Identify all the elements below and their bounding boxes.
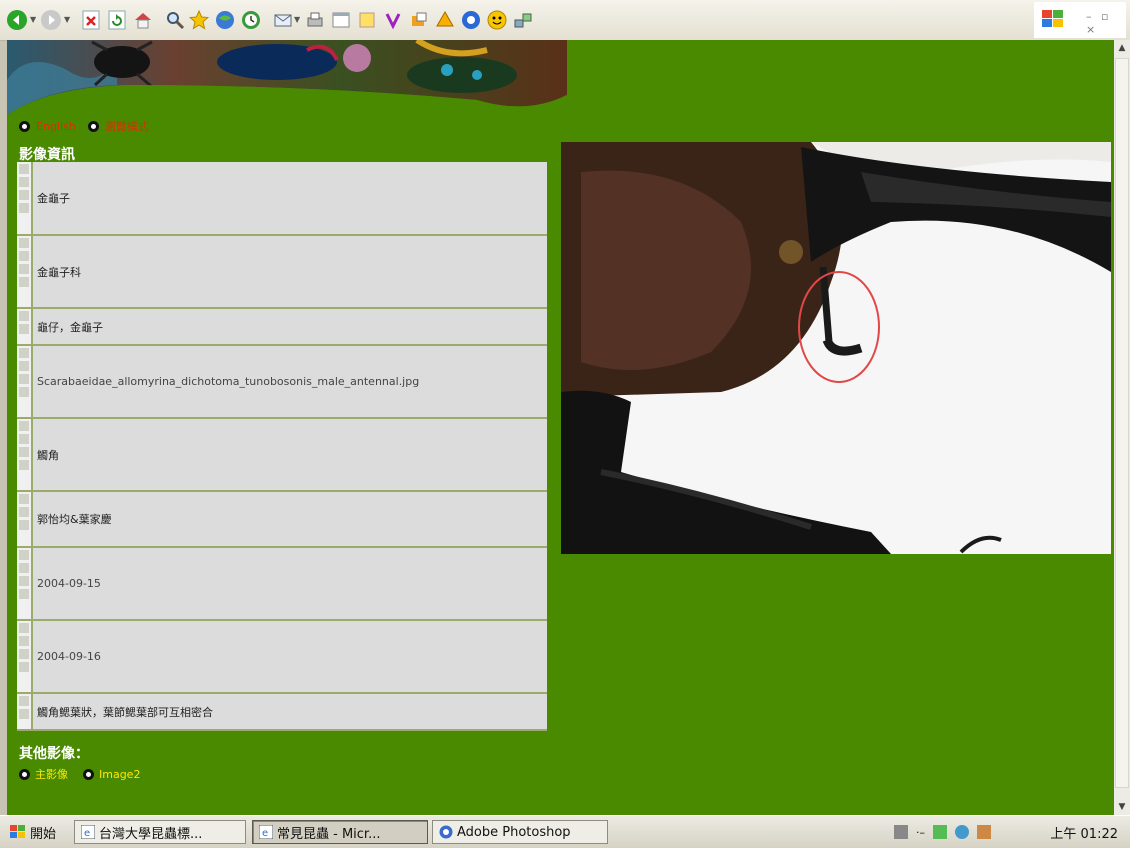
tray-separator: ·– — [916, 825, 925, 839]
row-value: 金龜子科 — [32, 235, 547, 309]
smiley-icon[interactable] — [486, 9, 508, 31]
start-button[interactable]: 開始 — [6, 821, 60, 843]
mail-icon[interactable] — [272, 9, 294, 31]
table-row: 2004-09-15 — [17, 547, 547, 621]
table-row: 2004-09-16 — [17, 620, 547, 694]
ie-icon: e — [259, 825, 273, 839]
svg-text:e: e — [262, 828, 268, 839]
row-marker — [17, 345, 33, 419]
messenger-icon[interactable] — [382, 9, 404, 31]
task-label: Adobe Photoshop — [457, 824, 571, 840]
ie-icon: e — [81, 825, 95, 839]
other-images-links: 主影像 Image2 — [19, 766, 150, 782]
image-info-table: 金龜子 金龜子科 龜仔，金龜子 Scarabaeidae_allomyrina_… — [17, 162, 547, 731]
windows-flag-icon — [10, 825, 25, 838]
start-label: 開始 — [30, 826, 57, 842]
bullet-icon — [19, 768, 30, 780]
task-label: 台灣大學昆蟲標... — [99, 826, 203, 842]
row-value: 郭怡均&葉家慶 — [32, 491, 547, 548]
home-icon[interactable] — [132, 9, 154, 31]
task-ntu-insect[interactable]: e 台灣大學昆蟲標... — [74, 820, 246, 844]
vertical-scrollbar[interactable]: ▲ ▼ — [1114, 40, 1130, 815]
row-value: 觸角鰓葉狀，葉節鰓葉部可互相密合 — [32, 693, 547, 731]
search-icon[interactable] — [164, 9, 186, 31]
table-row: 龜仔，金龜子 — [17, 308, 547, 346]
scroll-up-icon[interactable]: ▲ — [1114, 40, 1130, 56]
other-images-title: 其他影像： — [19, 746, 89, 762]
row-marker — [17, 620, 33, 694]
scroll-down-icon[interactable]: ▼ — [1114, 799, 1130, 815]
beetle-antenna-photo — [561, 142, 1111, 554]
table-row: 金龜子科 — [17, 235, 547, 309]
browser-toolbar: ▼ ▼ ▼ – ▫ × — [0, 0, 1130, 41]
back-dropdown-icon[interactable]: ▼ — [30, 15, 36, 24]
edit-icon[interactable] — [330, 9, 352, 31]
svg-text:e: e — [84, 828, 90, 839]
tool-icon[interactable] — [434, 9, 456, 31]
row-marker — [17, 162, 33, 236]
image2-link[interactable]: Image2 — [99, 768, 140, 781]
row-value: 龜仔，金龜子 — [32, 308, 547, 346]
top-nav: English 瀏覽模式 — [19, 118, 155, 134]
windows-logo: – ▫ × — [1034, 2, 1126, 38]
task-common-insects[interactable]: e 常見昆蟲 - Micr... — [252, 820, 428, 844]
media-icon[interactable] — [214, 9, 236, 31]
network-icon[interactable] — [512, 9, 534, 31]
task-photoshop[interactable]: Adobe Photoshop — [432, 820, 608, 844]
header-banner — [7, 40, 567, 115]
system-tray: ·– 上午 01:22 — [888, 820, 1124, 844]
row-marker — [17, 547, 33, 621]
photoshop-icon — [439, 825, 453, 839]
window-controls-icon[interactable]: – ▫ × — [1086, 10, 1126, 36]
scroll-thumb[interactable] — [1115, 58, 1129, 788]
bullet-icon — [19, 120, 30, 132]
security-tray-icon[interactable] — [955, 825, 969, 839]
stop-icon[interactable] — [80, 9, 102, 31]
row-value: 2004-09-15 — [32, 547, 547, 621]
task-label: 常見昆蟲 - Micr... — [277, 826, 381, 842]
row-marker — [17, 418, 33, 492]
favorites-icon[interactable] — [188, 9, 210, 31]
volume-tray-icon[interactable] — [977, 825, 991, 839]
forward-dropdown-icon[interactable]: ▼ — [64, 15, 70, 24]
mail-dropdown-icon[interactable]: ▼ — [294, 15, 300, 24]
network-tray-icon[interactable] — [933, 825, 947, 839]
globe-icon[interactable] — [460, 9, 482, 31]
research-icon[interactable] — [408, 9, 430, 31]
row-value: Scarabaeidae_allomyrina_dichotoma_tunobo… — [32, 345, 547, 419]
row-marker — [17, 693, 33, 731]
history-icon[interactable] — [240, 9, 262, 31]
row-marker — [17, 491, 33, 548]
table-row: 郭怡均&葉家慶 — [17, 491, 547, 548]
main-image-link[interactable]: 主影像 — [35, 766, 68, 782]
bullet-icon — [83, 768, 94, 780]
row-value: 觸角 — [32, 418, 547, 492]
clock: 上午 01:22 — [1050, 826, 1118, 842]
table-row: 觸角 — [17, 418, 547, 492]
browse-mode-link[interactable]: 瀏覽模式 — [105, 118, 149, 134]
page-viewport: English 瀏覽模式 影像資訊 金龜子 金龜子科 龜仔，金龜子 Scarab… — [7, 40, 1114, 815]
row-marker — [17, 235, 33, 309]
row-value: 金龜子 — [32, 162, 547, 236]
row-marker — [17, 308, 33, 346]
taskbar: 開始 e 台灣大學昆蟲標... e 常見昆蟲 - Micr... Adobe P… — [0, 815, 1130, 848]
forward-icon[interactable] — [40, 9, 62, 31]
discuss-icon[interactable] — [356, 9, 378, 31]
table-row: 金龜子 — [17, 162, 547, 236]
bullet-icon — [87, 120, 99, 132]
print-icon[interactable] — [304, 9, 326, 31]
printer-tray-icon[interactable] — [894, 825, 908, 839]
table-row: 觸角鰓葉狀，葉節鰓葉部可互相密合 — [17, 693, 547, 731]
refresh-icon[interactable] — [106, 9, 128, 31]
row-value: 2004-09-16 — [32, 620, 547, 694]
english-link[interactable]: English — [36, 120, 76, 133]
back-icon[interactable] — [6, 9, 28, 31]
image-info-title: 影像資訊 — [19, 147, 75, 163]
table-row: Scarabaeidae_allomyrina_dichotoma_tunobo… — [17, 345, 547, 419]
